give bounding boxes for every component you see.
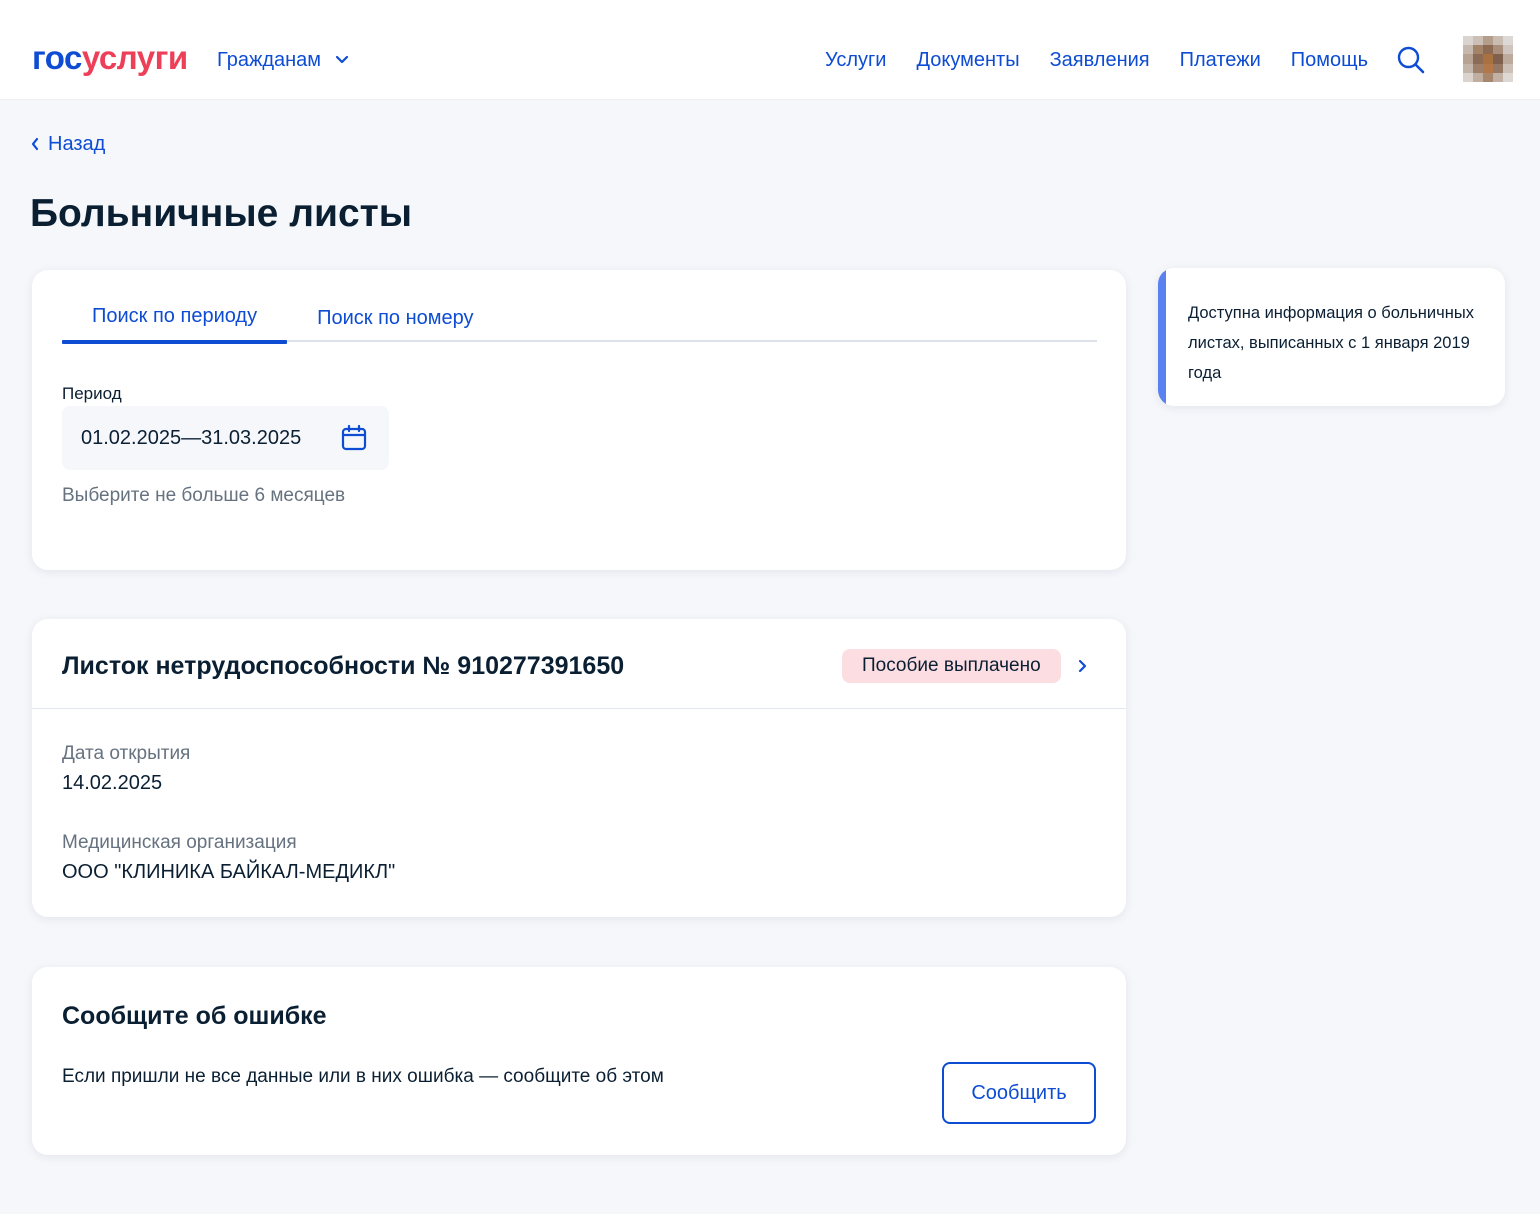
info-note-text: Доступна информация о больничных листах,…: [1188, 304, 1474, 382]
search-tabs: Поиск по периоду Поиск по номеру: [62, 298, 1097, 344]
nav-applications[interactable]: Заявления: [1050, 46, 1150, 74]
gosuslugi-logo[interactable]: госуслуги: [32, 38, 188, 78]
status-badge: Пособие выплачено: [842, 649, 1061, 683]
info-note-accent-bar: [1158, 268, 1166, 406]
logo-part-uslugi: услуги: [81, 39, 188, 76]
search-icon[interactable]: [1396, 45, 1426, 75]
tab-search-by-period[interactable]: Поиск по периоду: [62, 298, 288, 344]
period-value: 01.02.2025—31.03.2025: [81, 426, 302, 449]
open-date-value: 14.02.2025: [62, 772, 163, 794]
open-date-label: Дата открытия: [62, 743, 191, 764]
calendar-icon[interactable]: [341, 424, 367, 452]
nav-services[interactable]: Услуги: [825, 46, 887, 74]
report-error-text: Если пришли не все данные или в них ошиб…: [62, 1066, 664, 1087]
logo-part-gos: гос: [32, 39, 82, 76]
main-nav: Услуги Документы Заявления Платежи Помощ…: [825, 46, 1368, 74]
user-avatar[interactable]: [1463, 36, 1513, 82]
period-hint: Выберите не больше 6 месяцев: [62, 485, 346, 506]
medical-org-label: Медицинская организация: [62, 832, 297, 853]
period-input[interactable]: 01.02.2025—31.03.2025: [62, 406, 389, 470]
chevron-left-icon: [31, 137, 39, 151]
back-link-label: Назад: [48, 133, 106, 155]
nav-documents[interactable]: Документы: [916, 46, 1019, 74]
top-header: госуслуги Гражданам Услуги Документы Зая…: [0, 0, 1540, 100]
citizens-menu[interactable]: Гражданам: [217, 46, 349, 74]
sick-leave-card-header[interactable]: Листок нетрудоспособности № 910277391650…: [32, 619, 1126, 709]
nav-payments[interactable]: Платежи: [1180, 46, 1261, 74]
search-card: Поиск по периоду Поиск по номеру Период …: [32, 270, 1126, 570]
report-error-card: Сообщите об ошибке Если пришли не все да…: [32, 967, 1126, 1155]
chevron-right-icon[interactable]: [1076, 657, 1088, 675]
tab-search-by-number[interactable]: Поиск по номеру: [287, 298, 503, 342]
sick-leave-title: Листок нетрудоспособности № 910277391650: [62, 652, 625, 680]
sick-leave-card[interactable]: Листок нетрудоспособности № 910277391650…: [32, 619, 1126, 917]
nav-help[interactable]: Помощь: [1291, 46, 1368, 74]
info-note: Доступна информация о больничных листах,…: [1158, 268, 1505, 406]
medical-org-value: ООО "КЛИНИКА БАЙКАЛ-МЕДИКЛ": [62, 861, 396, 883]
report-button[interactable]: Сообщить: [942, 1062, 1096, 1124]
chevron-down-icon: [335, 55, 349, 64]
back-link[interactable]: Назад: [30, 130, 105, 158]
page-title: Больничные листы: [30, 192, 413, 235]
period-label: Период: [62, 384, 122, 403]
citizens-menu-label: Гражданам: [217, 49, 322, 71]
report-error-title: Сообщите об ошибке: [62, 1002, 327, 1030]
